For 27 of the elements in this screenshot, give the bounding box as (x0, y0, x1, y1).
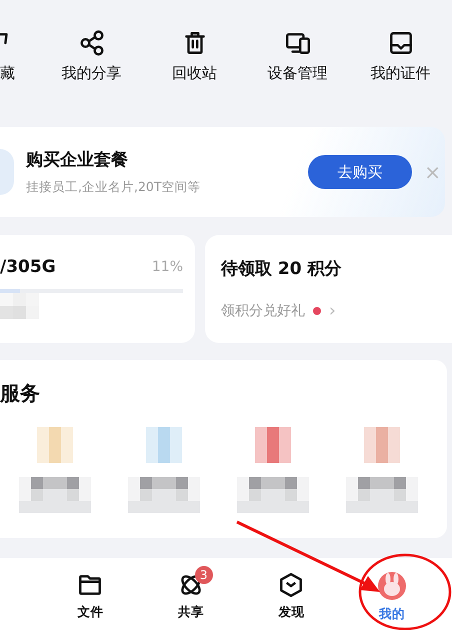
chevron-icon: › (329, 301, 336, 321)
buy-button[interactable]: 去购买 (308, 155, 412, 189)
avatar-icon[interactable] (378, 572, 406, 600)
shortcut-label[interactable]: 我的分享 (62, 64, 122, 83)
shortcut-label[interactable]: 回收站 (172, 64, 217, 83)
promo-subtitle: 挂接员工,企业名片,20T空间等 (26, 179, 202, 196)
pixelated-text (0, 293, 39, 319)
promo-icon (0, 149, 14, 195)
devices-icon[interactable] (284, 30, 310, 56)
promo-title: 购买企业套餐 (26, 149, 129, 171)
storage-usage: /305G (0, 257, 56, 277)
notification-dot (313, 307, 321, 315)
hexagon-icon[interactable] (278, 572, 304, 598)
tab[interactable]: 文件 (40, 558, 140, 630)
share-icon[interactable] (78, 30, 104, 56)
tab[interactable]: 3 共享 (140, 558, 241, 630)
storage-percent: 11% (152, 259, 183, 275)
shortcut-label[interactable]: 藏 (0, 64, 15, 83)
points-title: 待领取 20 积分 (221, 258, 342, 280)
count-badge: 3 (194, 566, 213, 584)
storage-card[interactable]: /305G 11% (0, 235, 195, 343)
points-card[interactable]: 待领取 20 积分 领积分兑好礼 › (205, 235, 452, 343)
folder-icon[interactable] (77, 572, 104, 598)
shortcut-label[interactable]: 我的证件 (370, 64, 430, 83)
shortcut-label[interactable]: 设备管理 (268, 64, 328, 83)
card-icon[interactable] (388, 30, 414, 56)
tab[interactable]: 发现 (241, 558, 342, 630)
